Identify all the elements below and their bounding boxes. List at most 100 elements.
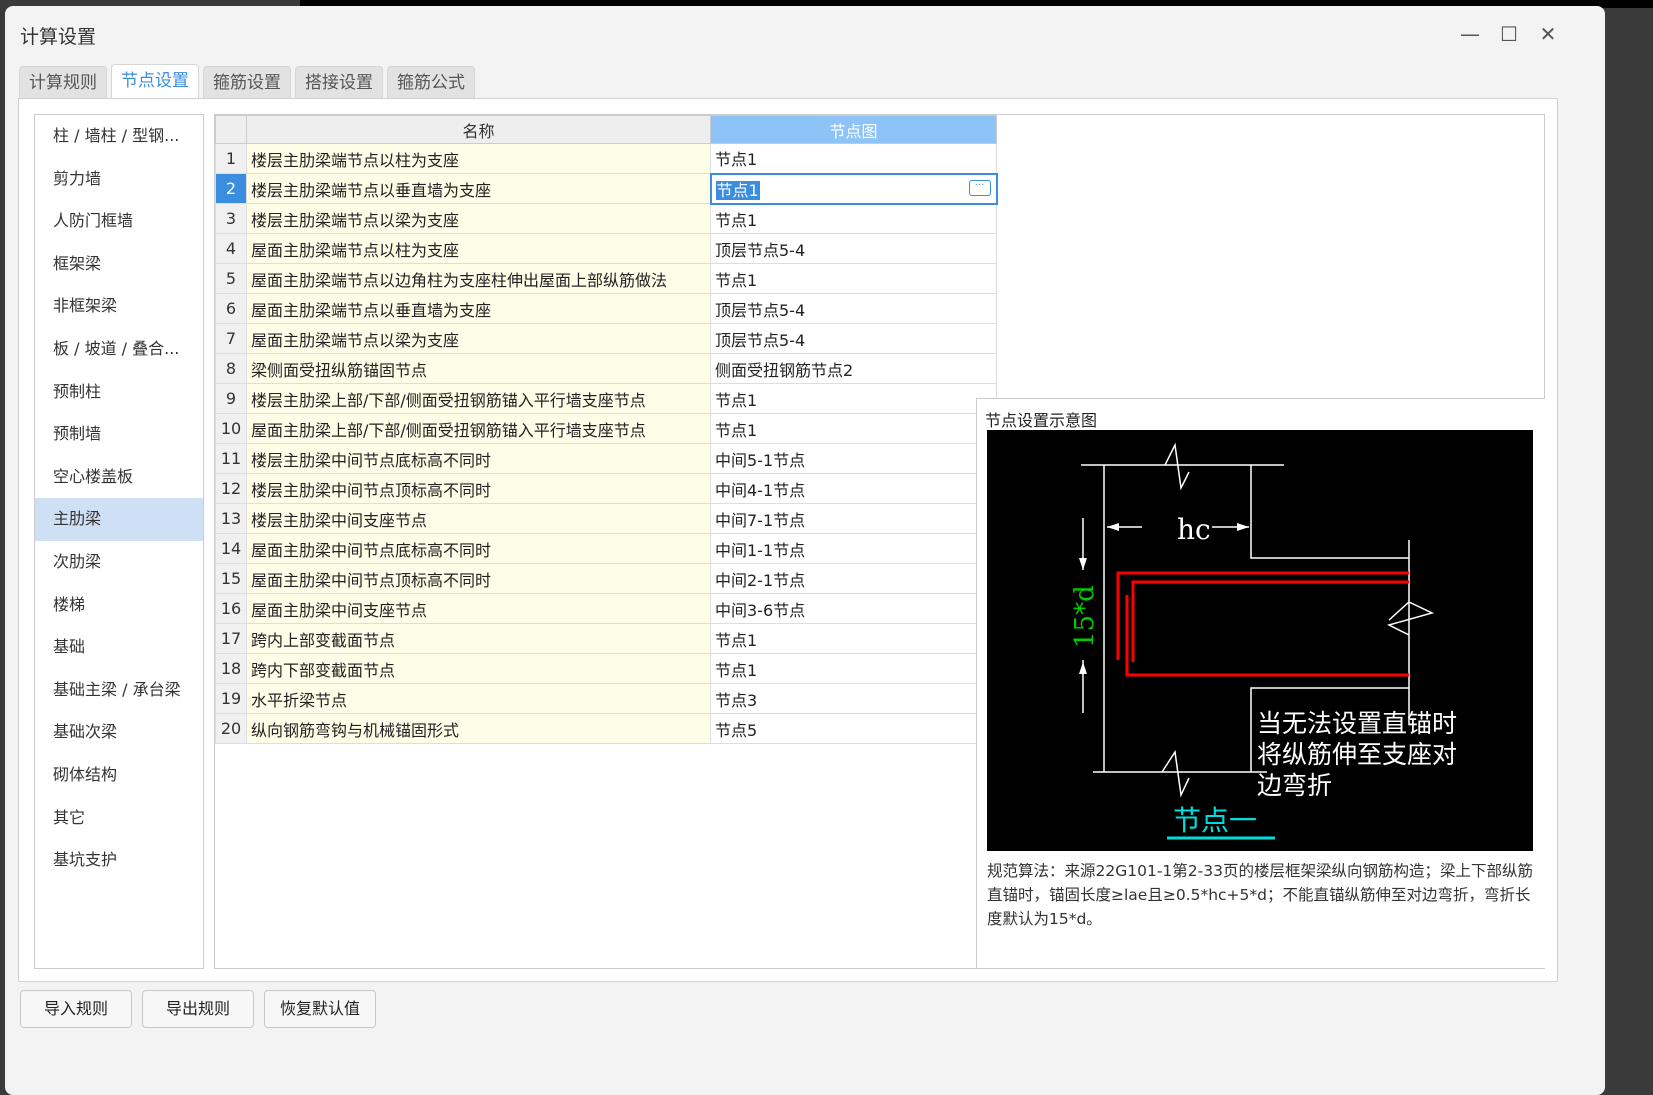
node-name-cell[interactable]: 屋面主肋梁端节点以边角柱为支座柱伸出屋面上部纵筋做法 <box>246 263 711 294</box>
node-header[interactable]: 节点图 <box>710 115 997 144</box>
table-row[interactable]: 16 屋面主肋梁中间支座节点 中间3-6节点 <box>215 593 997 624</box>
node-value-cell[interactable]: 节点1 <box>710 653 997 684</box>
table-row[interactable]: 17 跨内上部变截面节点 节点1 <box>215 623 997 654</box>
sidebar-item[interactable]: 非框架梁 <box>35 285 203 328</box>
node-value-cell[interactable]: 中间5-1节点 <box>710 443 997 474</box>
maximize-button[interactable]: ☐ <box>1494 22 1524 46</box>
node-value-cell[interactable]: 节点1 <box>710 413 997 444</box>
row-index: 14 <box>215 533 247 564</box>
table-row[interactable]: 6 屋面主肋梁端节点以垂直墙为支座 顶层节点5-4 <box>215 293 997 324</box>
import-rules-button[interactable]: 导入规则 <box>20 990 132 1028</box>
table-row[interactable]: 3 楼层主肋梁端节点以梁为支座 节点1 <box>215 203 997 234</box>
sidebar-item[interactable]: 其它 <box>35 797 203 840</box>
tab-calc-rules[interactable]: 计算规则 <box>19 66 107 98</box>
node-value-cell[interactable]: 节点1 <box>710 203 997 234</box>
table-row[interactable]: 4 屋面主肋梁端节点以柱为支座 顶层节点5-4 <box>215 233 997 264</box>
restore-defaults-button[interactable]: 恢复默认值 <box>264 990 376 1028</box>
node-name-cell[interactable]: 楼层主肋梁端节点以柱为支座 <box>246 143 711 174</box>
table-row[interactable]: 9 楼层主肋梁上部/下部/侧面受扭钢筋锚入平行墙支座节点 节点1 <box>215 383 997 414</box>
table-row[interactable]: 14 屋面主肋梁中间节点底标高不同时 中间1-1节点 <box>215 533 997 564</box>
table-row[interactable]: 15 屋面主肋梁中间节点顶标高不同时 中间2-1节点 <box>215 563 997 594</box>
sidebar-item[interactable]: 基础 <box>35 626 203 669</box>
table-row[interactable]: 11 楼层主肋梁中间节点底标高不同时 中间5-1节点 <box>215 443 997 474</box>
node-value-cell[interactable]: 节点1 <box>710 383 997 414</box>
sidebar-item[interactable]: 柱 / 墙柱 / 型钢... <box>35 115 203 158</box>
node-name-cell[interactable]: 屋面主肋梁端节点以柱为支座 <box>246 233 711 264</box>
node-value-cell[interactable]: 中间7-1节点 <box>710 503 997 534</box>
tab-content: 柱 / 墙柱 / 型钢... 剪力墙 人防门框墙 框架梁 非框架梁板 / 坡道 / 叠合… <box>18 98 1558 982</box>
minimize-button[interactable]: — <box>1455 22 1485 46</box>
node-value-cell[interactable]: 中间2-1节点 <box>710 563 997 594</box>
sidebar-item[interactable]: 空心楼盖板 <box>35 456 203 499</box>
table-row[interactable]: 13 楼层主肋梁中间支座节点 中间7-1节点 <box>215 503 997 534</box>
tab-stirrup-settings[interactable]: 箍筋设置 <box>203 66 291 98</box>
sidebar-item[interactable]: 基础主梁 / 承台梁 <box>35 669 203 712</box>
node-value-cell[interactable]: 节点1 <box>710 623 997 654</box>
node-name-cell[interactable]: 楼层主肋梁中间节点顶标高不同时 <box>246 473 711 504</box>
table-row[interactable]: 20 纵向钢筋弯钩与机械锚固形式 节点5 <box>215 713 997 744</box>
sidebar-item[interactable]: 砌体结构 <box>35 754 203 797</box>
sidebar-item[interactable]: 基坑支护 <box>35 839 203 882</box>
node-value-cell[interactable]: 顶层节点5-4 <box>710 233 997 264</box>
node-value-cell[interactable]: 节点5 <box>710 713 997 744</box>
sidebar-item[interactable]: 框架梁 <box>35 243 203 286</box>
node-name-cell[interactable]: 跨内下部变截面节点 <box>246 653 711 684</box>
node-name-cell[interactable]: 楼层主肋梁中间节点底标高不同时 <box>246 443 711 474</box>
node-value-cell[interactable]: 中间4-1节点 <box>710 473 997 504</box>
sidebar-item[interactable]: 楼梯 <box>35 584 203 627</box>
node-value-cell[interactable]: 节点1 ··· <box>709 172 998 205</box>
table-row[interactable]: 7 屋面主肋梁端节点以梁为支座 顶层节点5-4 <box>215 323 997 354</box>
table-row[interactable]: 19 水平折梁节点 节点3 <box>215 683 997 714</box>
node-value-cell[interactable]: 节点1 <box>710 143 997 174</box>
row-index: 10 <box>215 413 247 444</box>
sidebar-item[interactable]: 人防门框墙 <box>35 200 203 243</box>
sidebar-item[interactable]: 剪力墙 <box>35 158 203 201</box>
tab-stirrup-formula[interactable]: 箍筋公式 <box>387 66 475 98</box>
tab-node-settings[interactable]: 节点设置 <box>111 64 199 98</box>
node-name-cell[interactable]: 屋面主肋梁中间支座节点 <box>246 593 711 624</box>
node-value-cell[interactable]: 中间3-6节点 <box>710 593 997 624</box>
row-index: 8 <box>215 353 247 384</box>
table-row[interactable]: 8 梁侧面受扭纵筋锚固节点 侧面受扭钢筋节点2 <box>215 353 997 384</box>
node-name-cell[interactable]: 纵向钢筋弯钩与机械锚固形式 <box>246 713 711 744</box>
close-button[interactable]: ✕ <box>1533 22 1563 46</box>
node-name-cell[interactable]: 水平折梁节点 <box>246 683 711 714</box>
node-name-cell[interactable]: 梁侧面受扭纵筋锚固节点 <box>246 353 711 384</box>
node-name-cell[interactable]: 楼层主肋梁端节点以垂直墙为支座 <box>246 173 711 204</box>
tab-lap-settings[interactable]: 搭接设置 <box>295 66 383 98</box>
sidebar-item[interactable]: 次肋梁 <box>35 541 203 584</box>
node-name-cell[interactable]: 屋面主肋梁中间节点底标高不同时 <box>246 533 711 564</box>
node-value-cell[interactable]: 顶层节点5-4 <box>710 293 997 324</box>
table-row[interactable]: 5 屋面主肋梁端节点以边角柱为支座柱伸出屋面上部纵筋做法 节点1 <box>215 263 997 294</box>
table-row[interactable]: 12 楼层主肋梁中间节点顶标高不同时 中间4-1节点 <box>215 473 997 504</box>
table-row[interactable]: 2 楼层主肋梁端节点以垂直墙为支座 节点1 ··· <box>215 172 998 205</box>
row-index: 12 <box>215 473 247 504</box>
sidebar-item[interactable]: 板 / 坡道 / 叠合... <box>35 328 203 371</box>
node-name-cell[interactable]: 屋面主肋梁中间节点顶标高不同时 <box>246 563 711 594</box>
node-value-editor[interactable]: 节点1 <box>715 180 760 200</box>
table-row[interactable]: 1 楼层主肋梁端节点以柱为支座 节点1 <box>215 143 997 174</box>
node-name-cell[interactable]: 屋面主肋梁端节点以梁为支座 <box>246 323 711 354</box>
name-header[interactable]: 名称 <box>246 115 711 144</box>
table-row[interactable]: 10 屋面主肋梁上部/下部/侧面受扭钢筋锚入平行墙支座节点 节点1 <box>215 413 997 444</box>
sidebar-item[interactable]: 预制柱 <box>35 371 203 414</box>
node-name-cell[interactable]: 楼层主肋梁端节点以梁为支座 <box>246 203 711 234</box>
node-name-cell[interactable]: 屋面主肋梁上部/下部/侧面受扭钢筋锚入平行墙支座节点 <box>246 413 711 444</box>
node-value-cell[interactable]: 侧面受扭钢筋节点2 <box>710 353 997 384</box>
row-index: 11 <box>215 443 247 474</box>
node-value-cell[interactable]: 顶层节点5-4 <box>710 323 997 354</box>
node-name-cell[interactable]: 楼层主肋梁中间支座节点 <box>246 503 711 534</box>
node-value-cell[interactable]: 节点3 <box>710 683 997 714</box>
node-name-cell[interactable]: 楼层主肋梁上部/下部/侧面受扭钢筋锚入平行墙支座节点 <box>246 383 711 414</box>
node-name-cell[interactable]: 跨内上部变截面节点 <box>246 623 711 654</box>
export-rules-button[interactable]: 导出规则 <box>142 990 254 1028</box>
node-value-cell[interactable]: 中间1-1节点 <box>710 533 997 564</box>
table-row[interactable]: 18 跨内下部变截面节点 节点1 <box>215 653 997 684</box>
node-value-cell[interactable]: 节点1 <box>710 263 997 294</box>
sidebar-item[interactable]: 预制墙 <box>35 413 203 456</box>
node-name-cell[interactable]: 屋面主肋梁端节点以垂直墙为支座 <box>246 293 711 324</box>
sidebar-item[interactable]: 主肋梁 <box>35 498 203 541</box>
ellipsis-button[interactable]: ··· <box>968 179 991 196</box>
sidebar-item[interactable]: 基础次梁 <box>35 711 203 754</box>
row-index: 16 <box>215 593 247 624</box>
